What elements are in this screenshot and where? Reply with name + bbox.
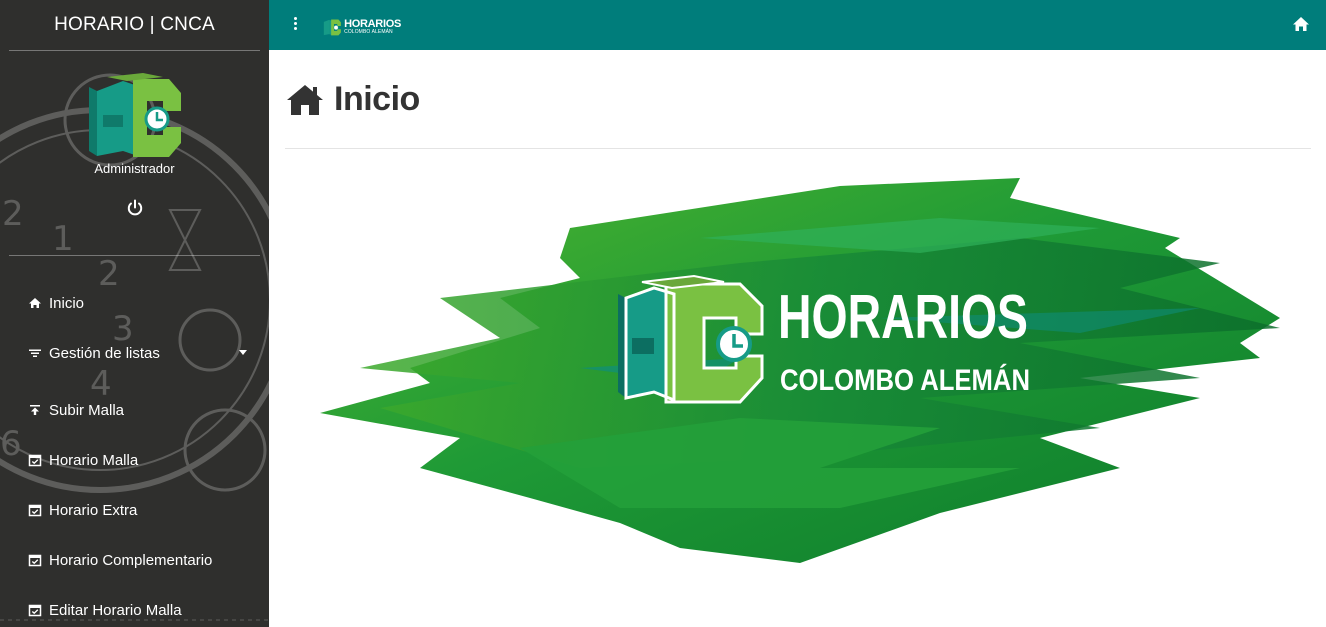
home-icon [1293,17,1309,31]
page-header: Inicio [285,50,1311,148]
header-divider [285,148,1311,149]
avatar-logo [88,73,181,157]
sidebar-item-gestion-de-listas[interactable]: Gestión de listas [0,328,269,378]
sidebar-item-horario-extra[interactable]: Horario Extra [0,485,269,535]
kebab-dot [293,22,297,25]
sidebar-item-editar-horario-malla[interactable]: Editar Horario Malla [0,585,269,627]
topbar: HORARIOS COLOMBO ALEMÁN [269,0,1326,50]
upload-icon [28,403,42,417]
banner-title-line2: COLOMBO ALEMÁN [780,363,1030,397]
sidebar-item-label: Editar Horario Malla [49,601,182,619]
logout-button[interactable] [123,196,147,220]
power-icon [127,199,142,216]
menu-toggle-button[interactable] [289,15,301,35]
sidebar-item-label: Subir Malla [49,401,125,419]
home-icon [287,84,323,115]
sidebar-item-subir-malla[interactable]: Subir Malla [0,385,269,435]
sidebar-item-label: Horario Malla [49,451,139,469]
home-button[interactable] [1292,16,1310,32]
user-profile: Administrador [0,51,269,255]
sidebar-item-inicio[interactable]: Inicio [0,278,269,328]
brand-line2: COLOMBO ALEMÁN [344,29,393,35]
kebab-dot [293,27,297,30]
caret-down-icon [239,350,247,355]
home-icon [28,296,42,310]
kebab-dot [293,17,297,20]
sidebar-item-horario-malla[interactable]: Horario Malla [0,435,269,485]
calendar-check-icon [28,603,42,617]
main-content: Inicio [285,50,1311,149]
page-title: Inicio [334,79,420,118]
horarios-banner: HORARIOS COLOMBO ALEMÁN [320,178,1280,563]
brand-text: HORARIOS COLOMBO ALEMÁN [344,19,401,35]
sidebar: 2 1 2 3 4 6 HORARIO | CNCA Administrador… [0,0,269,627]
banner-title-line1: HORARIOS [778,283,1028,352]
calendar-check-icon [28,453,42,467]
calendar-check-icon [28,503,42,517]
user-role-label: Administrador [94,161,175,176]
brand-logo-link[interactable]: HORARIOS COLOMBO ALEMÁN [321,13,401,41]
sidebar-menu: Inicio Gestión de listas Subir Malla Hor… [0,256,269,627]
sidebar-item-label: Inicio [49,294,85,312]
sidebar-item-label: Gestión de listas [49,344,160,362]
brand-logo-icon [323,19,341,36]
sidebar-item-horario-complementario[interactable]: Horario Complementario [0,535,269,585]
filter-list-icon [28,346,42,360]
sidebar-item-label: Horario Complementario [49,551,213,569]
sidebar-item-label: Horario Extra [49,501,138,519]
calendar-check-icon [28,553,42,567]
sidebar-title: HORARIO | CNCA [54,14,215,35]
